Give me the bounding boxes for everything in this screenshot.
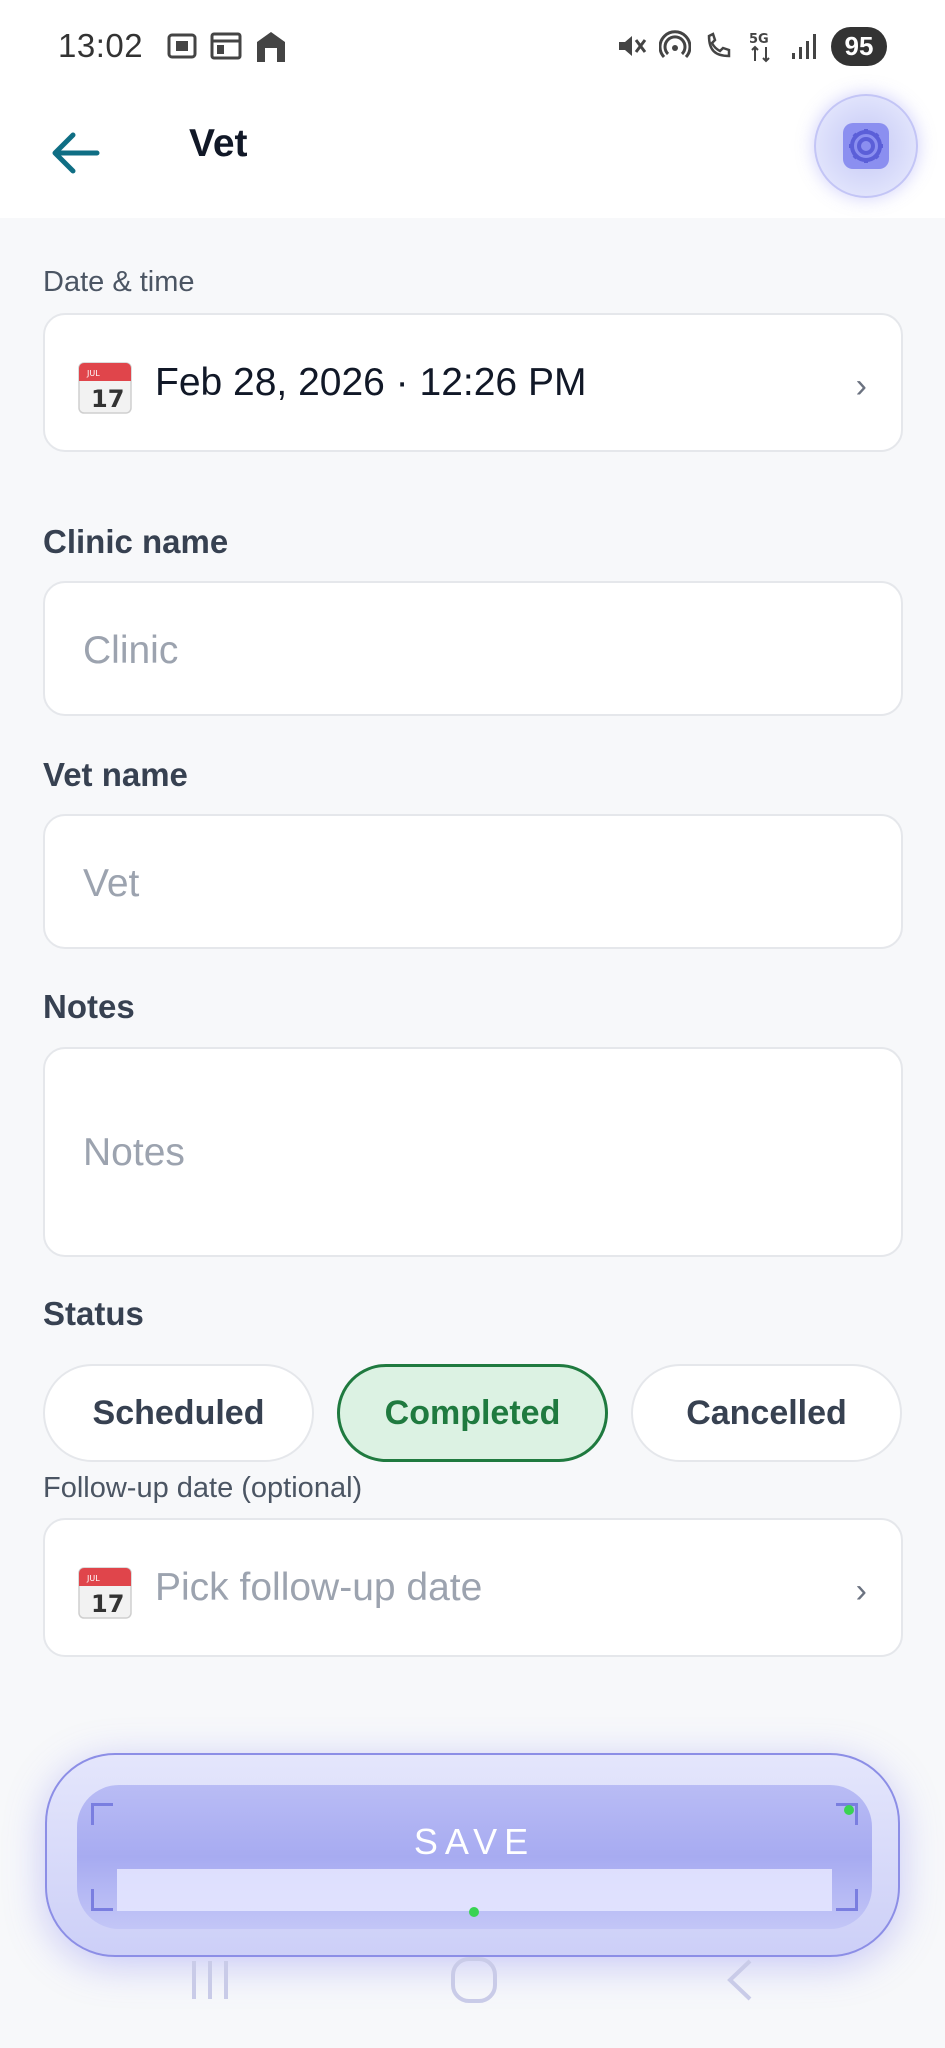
home-circle-icon	[451, 1957, 497, 2003]
save-button[interactable]: SAVE	[45, 1753, 900, 1957]
date-time-value: Feb 28, 2026 · 12:26 PM	[155, 361, 587, 404]
arrow-left-icon	[52, 132, 100, 174]
system-back-button[interactable]	[722, 1955, 758, 2010]
svg-text:17: 17	[91, 385, 124, 413]
5g-icon: 5G	[749, 32, 770, 63]
calendar-icon: JUL 17	[77, 1564, 133, 1625]
vet-input[interactable]: Vet	[43, 814, 903, 949]
app-bar: Vet	[0, 92, 945, 218]
save-button-highlight	[117, 1869, 832, 1911]
signal-icon	[792, 34, 816, 59]
chevron-right-icon: ›	[855, 1572, 867, 1610]
status-option-scheduled[interactable]: Scheduled	[43, 1364, 314, 1462]
status-bar: 13:02 5G 95	[0, 0, 945, 92]
svg-text:JUL: JUL	[86, 1574, 100, 1583]
notes-placeholder: Notes	[83, 1131, 185, 1174]
wifi-call-icon	[707, 32, 731, 58]
status-option-completed[interactable]: Completed	[337, 1364, 608, 1462]
follow-up-label: Follow-up date (optional)	[43, 1472, 363, 1504]
back-button[interactable]	[40, 118, 110, 188]
status-option-cancelled[interactable]: Cancelled	[631, 1364, 902, 1462]
save-button-inner: SAVE	[77, 1785, 872, 1929]
focus-dot	[844, 1805, 854, 1815]
follow-up-placeholder: Pick follow-up date	[155, 1566, 483, 1609]
status-label: Status	[43, 1295, 144, 1332]
vet-label: Vet name	[43, 756, 188, 793]
home-status-icon	[257, 32, 286, 62]
date-time-picker[interactable]: JUL 17 Feb 28, 2026 · 12:26 PM ›	[43, 313, 903, 452]
notes-label: Notes	[43, 988, 135, 1025]
system-nav-bar	[0, 1955, 945, 2025]
clinic-label: Clinic name	[43, 523, 229, 560]
svg-text:17: 17	[91, 1590, 124, 1618]
gear-icon	[843, 123, 889, 169]
focus-corner	[91, 1889, 113, 1911]
focus-dot	[469, 1907, 479, 1917]
focus-corner	[91, 1803, 113, 1825]
hotspot-icon	[659, 30, 691, 59]
date-time-label: Date & time	[43, 266, 195, 298]
chevron-right-icon: ›	[855, 367, 867, 405]
svg-text:JUL: JUL	[86, 369, 100, 378]
mute-icon	[619, 36, 647, 56]
status-right: 5G 95	[615, 26, 887, 66]
calendar-icon: JUL 17	[77, 359, 133, 420]
status-time: 13:02	[58, 27, 144, 64]
clinic-placeholder: Clinic	[83, 629, 179, 672]
save-label: SAVE	[413, 1821, 536, 1862]
settings-button[interactable]	[814, 94, 918, 198]
page-title: Vet	[189, 122, 248, 165]
notes-input[interactable]: Notes	[43, 1047, 903, 1257]
clinic-input[interactable]: Clinic	[43, 581, 903, 716]
battery-indicator: 95	[831, 26, 887, 66]
calendar-status-icon	[210, 32, 242, 60]
follow-up-date-picker[interactable]: JUL 17 Pick follow-up date ›	[43, 1518, 903, 1657]
status-left: 13:02	[58, 27, 289, 65]
chevron-left-icon	[727, 1959, 752, 2001]
home-button[interactable]	[449, 1955, 499, 2010]
focus-corner	[836, 1889, 858, 1911]
notification-icons	[165, 28, 289, 64]
recents-icon	[192, 1961, 228, 1999]
recents-button[interactable]	[188, 1955, 232, 2010]
vet-placeholder: Vet	[83, 862, 140, 905]
svg-text:5G: 5G	[749, 32, 769, 47]
screenshot-icon	[167, 33, 197, 59]
